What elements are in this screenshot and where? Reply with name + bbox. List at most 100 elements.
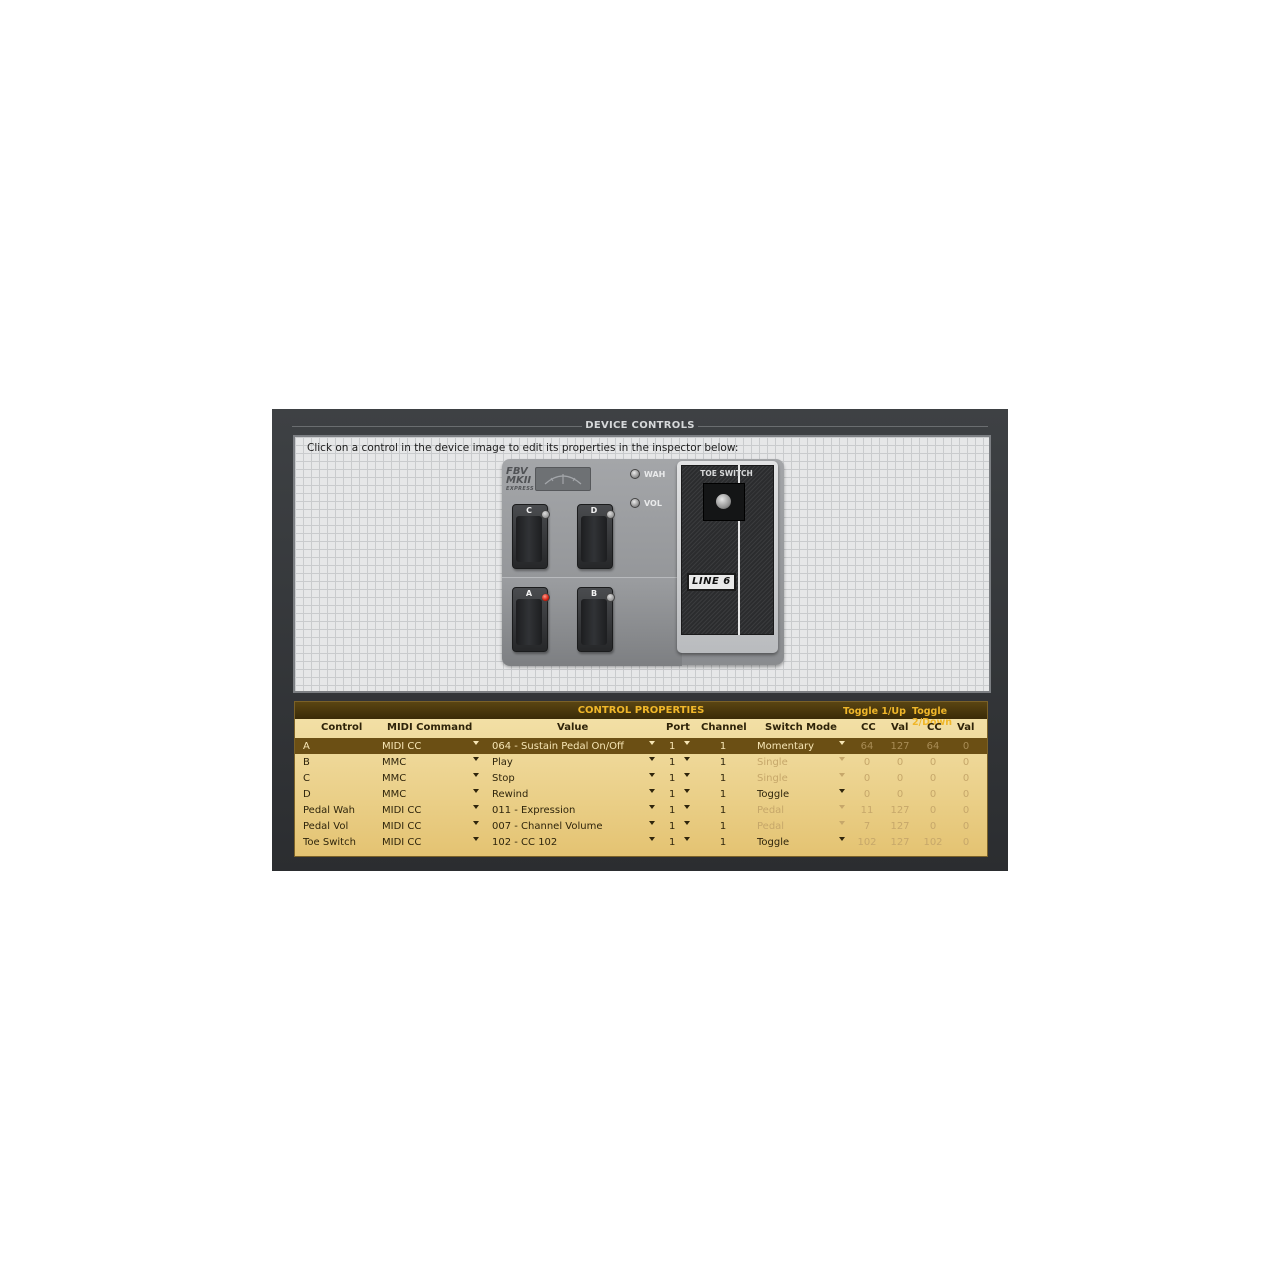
toggle2-cc[interactable]: 0: [922, 757, 944, 768]
toggle2-cc[interactable]: 102: [922, 837, 944, 848]
table-row[interactable]: D MMC Rewind 1 1 Toggle 0 0 0 0: [295, 786, 987, 802]
value-select[interactable]: Rewind: [492, 789, 528, 800]
toggle2-val[interactable]: 0: [955, 789, 977, 800]
toe-switch-knob-icon: [716, 494, 731, 509]
toggle1-cc[interactable]: 0: [856, 773, 878, 784]
toggle1-val[interactable]: 127: [889, 741, 911, 752]
midi-command-select[interactable]: MIDI CC: [382, 837, 421, 848]
chevron-down-icon: [684, 757, 690, 761]
toe-switch[interactable]: [703, 483, 745, 521]
toggle2-cc[interactable]: 0: [922, 773, 944, 784]
toggle2-val[interactable]: 0: [955, 821, 977, 832]
toggle2-val[interactable]: 0: [955, 805, 977, 816]
control-name: B: [303, 757, 310, 768]
chevron-down-icon: [684, 821, 690, 825]
line6-logo: LINE 6: [687, 573, 736, 591]
toggle1-val[interactable]: 127: [889, 821, 911, 832]
switch-mode-select[interactable]: Single: [757, 757, 788, 768]
switch-mode-select[interactable]: Toggle: [757, 837, 789, 848]
chevron-down-icon: [649, 741, 655, 745]
switch-mode-select[interactable]: Pedal: [757, 805, 784, 816]
footswitch-b[interactable]: B: [577, 587, 615, 652]
chevron-down-icon: [839, 821, 845, 825]
switch-mode-select[interactable]: Toggle: [757, 789, 789, 800]
wah-label: WAH: [644, 469, 666, 479]
port-select[interactable]: 1: [669, 821, 675, 832]
toggle1-val[interactable]: 0: [889, 789, 911, 800]
control-properties-panel: CONTROL PROPERTIES Toggle 1/Up Toggle 2/…: [294, 701, 988, 857]
footswitch-b-cap: [581, 599, 607, 645]
footswitch-a[interactable]: A: [512, 587, 550, 652]
chevron-down-icon: [649, 805, 655, 809]
toggle1-val[interactable]: 0: [889, 757, 911, 768]
chevron-down-icon: [839, 741, 845, 745]
table-row[interactable]: A MIDI CC 064 - Sustain Pedal On/Off 1 1 Mome…: [295, 738, 987, 754]
toggle2-cc[interactable]: 0: [922, 789, 944, 800]
toggle2-val[interactable]: 0: [955, 757, 977, 768]
toggle2-val[interactable]: 0: [955, 741, 977, 752]
toggle1-cc[interactable]: 102: [856, 837, 878, 848]
midi-command-select[interactable]: MMC: [382, 757, 406, 768]
value-select[interactable]: Play: [492, 757, 513, 768]
toggle1-val[interactable]: 0: [889, 773, 911, 784]
vol-indicator[interactable]: VOL: [630, 498, 662, 508]
port-select[interactable]: 1: [669, 757, 675, 768]
wah-indicator[interactable]: WAH: [630, 469, 665, 479]
switch-mode-select[interactable]: Pedal: [757, 821, 784, 832]
header-divider-right: [698, 426, 988, 427]
port-select[interactable]: 1: [669, 773, 675, 784]
toggle2-val[interactable]: 0: [955, 837, 977, 848]
toggle1-val[interactable]: 127: [889, 805, 911, 816]
footswitch-a-led-icon: [541, 593, 550, 602]
port-select[interactable]: 1: [669, 789, 675, 800]
vol-led-icon: [630, 498, 640, 508]
channel-value: 1: [719, 837, 727, 848]
toggle1-cc[interactable]: 0: [856, 789, 878, 800]
port-select[interactable]: 1: [669, 837, 675, 848]
expression-pedal[interactable]: TOE SWITCH LINE 6: [677, 461, 778, 653]
toggle2-val[interactable]: 0: [955, 773, 977, 784]
chevron-down-icon: [473, 773, 479, 777]
footswitch-c-led-icon: [541, 510, 550, 519]
table-row[interactable]: B MMC Play 1 1 Single 0 0 0 0: [295, 754, 987, 770]
table-row[interactable]: Pedal Vol MIDI CC 007 - Channel Volume 1 1 Pe…: [295, 818, 987, 834]
value-select[interactable]: 102 - CC 102: [492, 837, 557, 848]
toggle1-cc[interactable]: 64: [856, 741, 878, 752]
toggle2-cc[interactable]: 64: [922, 741, 944, 752]
footswitch-d[interactable]: D: [577, 504, 615, 569]
midi-command-select[interactable]: MIDI CC: [382, 805, 421, 816]
channel-value: 1: [719, 773, 727, 784]
table-row[interactable]: Toe Switch MIDI CC 102 - CC 102 1 1 Toggle 102…: [295, 834, 987, 850]
table-row[interactable]: Pedal Wah MIDI CC 011 - Expression 1 1 Pedal 1…: [295, 802, 987, 818]
toggle1-cc[interactable]: 11: [856, 805, 878, 816]
chevron-down-icon: [684, 741, 690, 745]
switch-mode-select[interactable]: Single: [757, 773, 788, 784]
midi-command-select[interactable]: MMC: [382, 789, 406, 800]
port-select[interactable]: 1: [669, 805, 675, 816]
value-select[interactable]: Stop: [492, 773, 515, 784]
midi-command-select[interactable]: MIDI CC: [382, 741, 421, 752]
chevron-down-icon: [684, 837, 690, 841]
toggle1-cc[interactable]: 7: [856, 821, 878, 832]
value-select[interactable]: 007 - Channel Volume: [492, 821, 602, 832]
chevron-down-icon: [839, 773, 845, 777]
value-select[interactable]: 011 - Expression: [492, 805, 575, 816]
col-val2: Val: [957, 722, 975, 733]
midi-command-select[interactable]: MMC: [382, 773, 406, 784]
fbv-device: FBV MKII EXPRESS WAH VOL C D A B TOE SWI…: [502, 459, 784, 666]
device-display: [535, 467, 591, 491]
midi-command-select[interactable]: MIDI CC: [382, 821, 421, 832]
toggle1-val[interactable]: 127: [889, 837, 911, 848]
table-row[interactable]: C MMC Stop 1 1 Single 0 0 0 0: [295, 770, 987, 786]
control-name: Pedal Wah: [303, 805, 355, 816]
toggle2-cc[interactable]: 0: [922, 821, 944, 832]
footswitch-c[interactable]: C: [512, 504, 550, 569]
chevron-down-icon: [839, 805, 845, 809]
port-select[interactable]: 1: [669, 741, 675, 752]
toggle2-cc[interactable]: 0: [922, 805, 944, 816]
switch-mode-select[interactable]: Momentary: [757, 741, 814, 752]
chevron-down-icon: [473, 805, 479, 809]
toggle1-cc[interactable]: 0: [856, 757, 878, 768]
chevron-down-icon: [473, 741, 479, 745]
value-select[interactable]: 064 - Sustain Pedal On/Off: [492, 741, 624, 752]
